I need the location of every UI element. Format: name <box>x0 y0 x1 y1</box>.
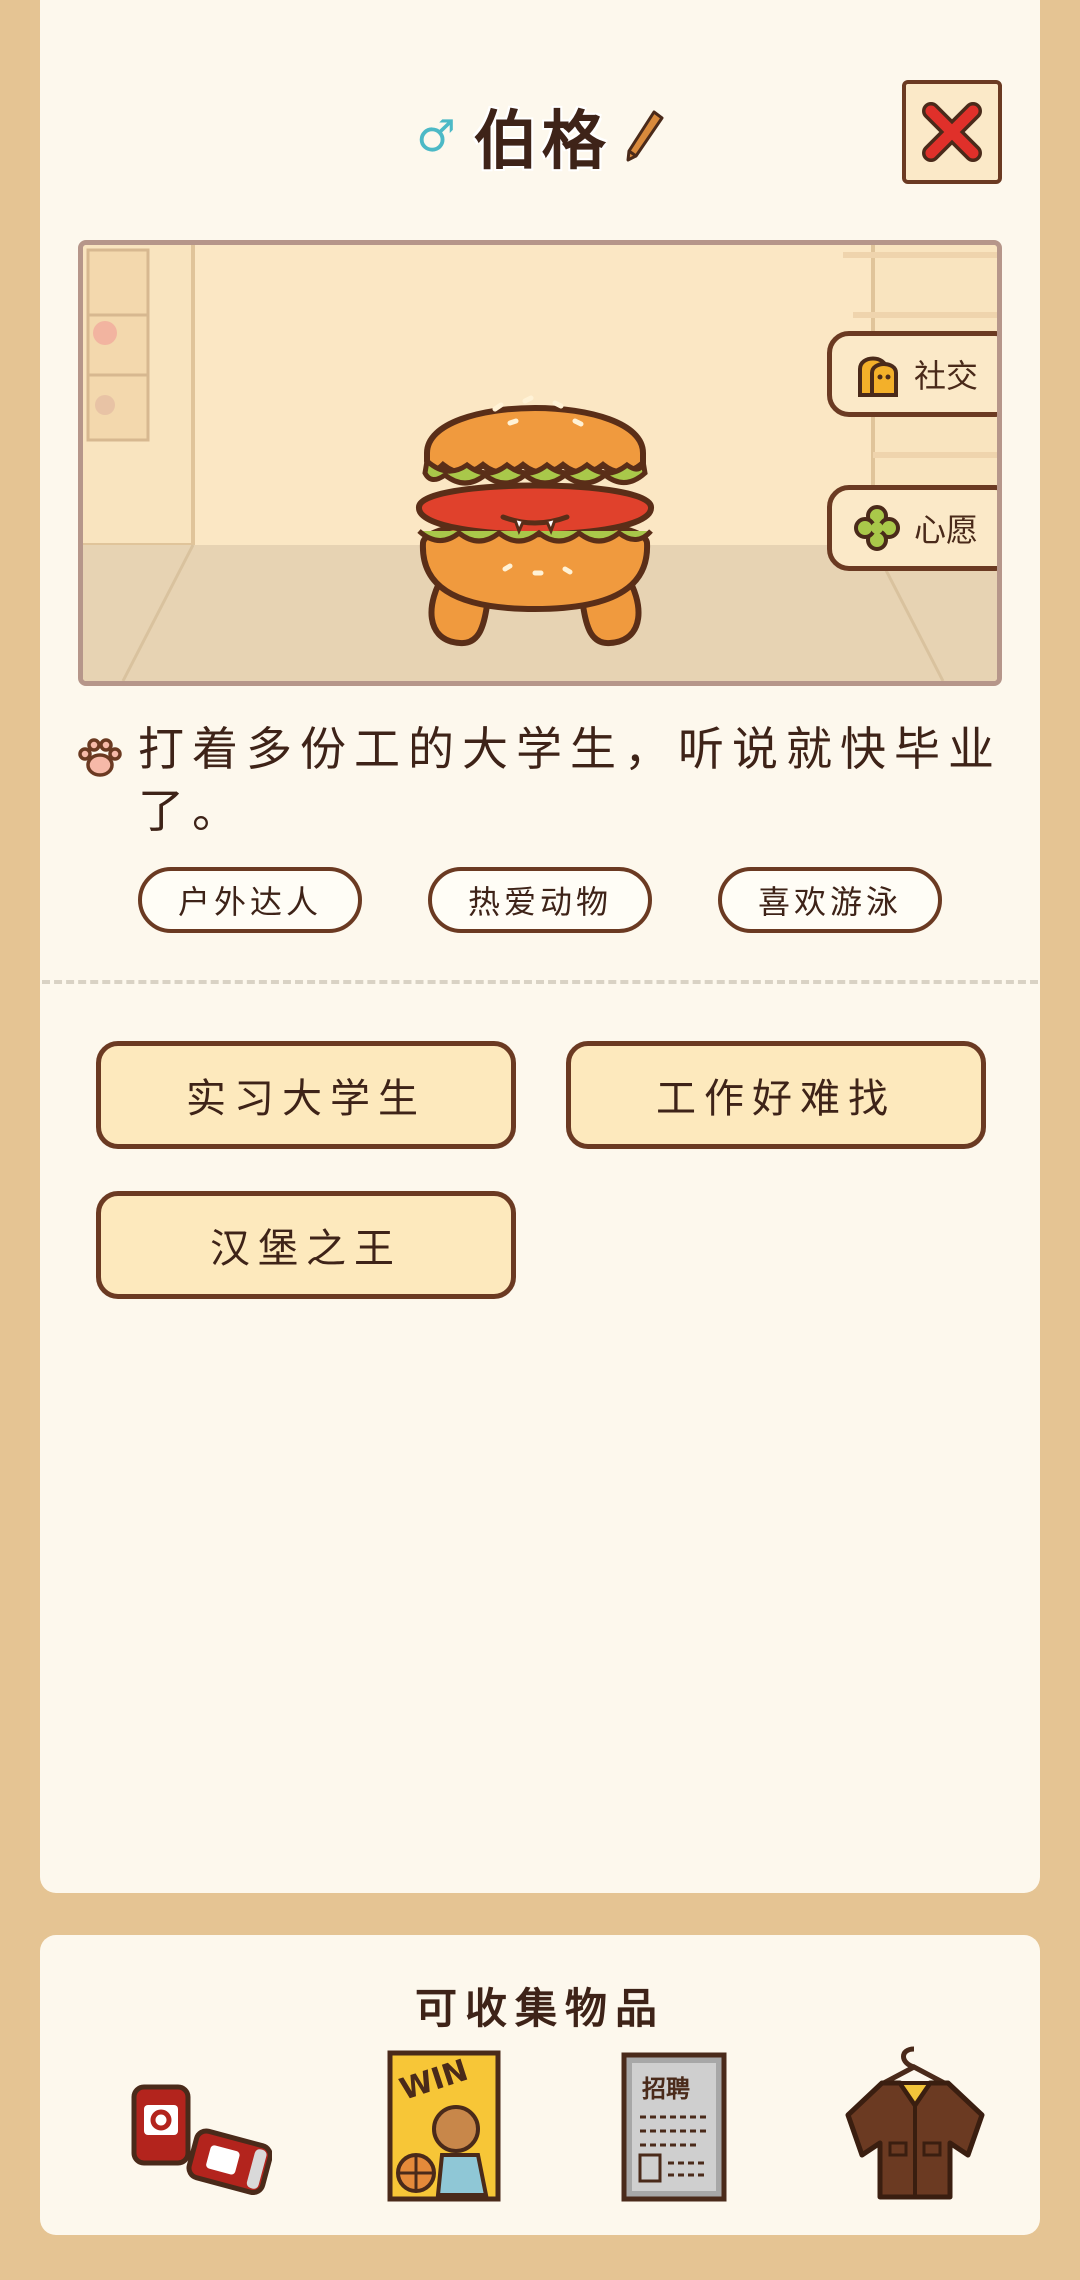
recruit-flyer-icon[interactable]: 招聘 <box>596 2045 746 2205</box>
clover-icon <box>854 505 900 551</box>
jacket-icon[interactable] <box>840 2045 990 2205</box>
social-icon <box>858 356 898 397</box>
title-row: ♂ 伯格 <box>40 86 1040 186</box>
collectibles-panel: 可收集物品 WIN 招聘 <box>40 1935 1040 2235</box>
paw-icon <box>78 738 122 777</box>
close-button[interactable] <box>902 80 1002 184</box>
collectibles-title: 可收集物品 <box>414 1984 665 2033</box>
gender-icon: ♂ <box>416 110 456 162</box>
trait-intern[interactable]: 实习大学生 <box>96 1041 516 1149</box>
character-card: ♂ 伯格 社交 心愿 打着多份工的大学生，听说就快毕业了。 户外达人 热爱动物 … <box>40 0 1040 1893</box>
trait-burger-king[interactable]: 汉堡之王 <box>96 1191 516 1299</box>
tag-list: 户外达人 热爱动物 喜欢游泳 <box>40 867 1040 933</box>
divider <box>42 980 1038 984</box>
burger-character <box>416 395 654 647</box>
description: 打着多份工的大学生，听说就快毕业了。 <box>76 718 1016 842</box>
tag-outdoor: 户外达人 <box>138 867 362 933</box>
svg-text:招聘: 招聘 <box>642 2075 690 2103</box>
character-name: 伯格 <box>473 105 610 179</box>
tag-animals: 热爱动物 <box>428 867 652 933</box>
social-button[interactable]: 社交 <box>827 331 997 417</box>
social-label: 社交 <box>914 357 979 395</box>
soda-cans-icon[interactable] <box>122 2045 272 2205</box>
close-icon <box>922 102 982 162</box>
edit-name-icon[interactable] <box>624 108 664 164</box>
description-text: 打着多份工的大学生，听说就快毕业了。 <box>138 722 1002 838</box>
win-poster-icon[interactable]: WIN <box>358 2045 508 2205</box>
character-scene: 社交 心愿 <box>78 240 1002 686</box>
trait-job-hunt[interactable]: 工作好难找 <box>566 1041 986 1149</box>
wish-button[interactable]: 心愿 <box>827 485 997 571</box>
tag-swimming: 喜欢游泳 <box>718 867 942 933</box>
wish-label: 心愿 <box>914 511 979 549</box>
